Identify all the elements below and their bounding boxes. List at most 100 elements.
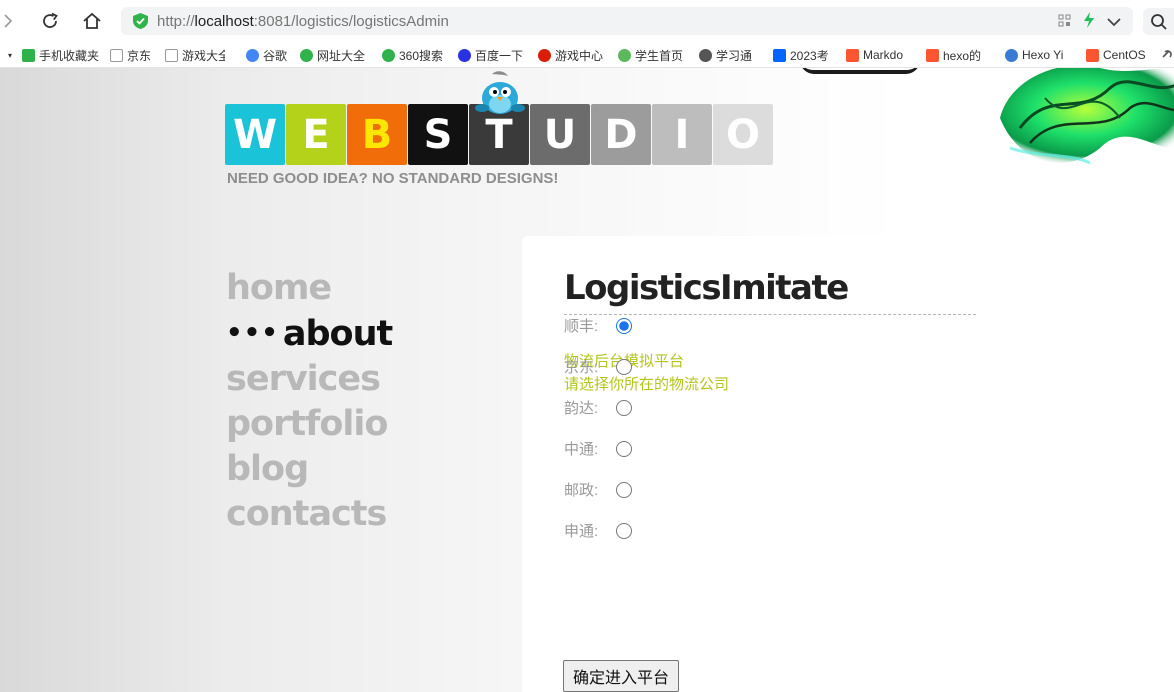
bookmark-item[interactable]: Hexo Yi <box>1005 46 1073 64</box>
search360-icon <box>382 48 395 62</box>
bookmark-label: 百度一下 <box>475 48 524 63</box>
bookmark-label: 手机收藏夹 <box>39 48 100 63</box>
reload-icon[interactable] <box>38 9 62 33</box>
chevron-down-icon[interactable] <box>1107 14 1121 32</box>
company-option[interactable]: 京东: <box>564 356 632 377</box>
company-label: 邮政: <box>564 482 599 499</box>
menu-item-about[interactable]: ••• about <box>226 311 393 357</box>
zhihu-icon <box>773 48 786 62</box>
bookmark-item[interactable]: Markdo <box>846 46 914 64</box>
menu-item-blog[interactable]: blog <box>226 447 392 492</box>
qr-code-icon[interactable] <box>1058 14 1071 32</box>
company-radio[interactable] <box>616 399 632 416</box>
bookmark-item[interactable]: 手机收藏夹 <box>22 46 102 64</box>
company-label: 顺丰: <box>564 318 599 335</box>
logo-letter-tile: U <box>530 104 590 165</box>
baidu-icon <box>458 48 471 62</box>
menu-item-label: contacts <box>226 494 387 534</box>
company-radio[interactable] <box>616 440 632 457</box>
enter-platform-button[interactable]: 确定进入平台 <box>563 660 680 692</box>
logo-letter-tile: S <box>408 104 468 165</box>
bookmark-label: CentOS <box>1103 48 1146 62</box>
bookmark-item[interactable]: 360搜索 <box>382 46 450 64</box>
secure-shield-icon <box>133 13 148 29</box>
bookmark-label: 京东 <box>127 48 152 63</box>
company-radio[interactable] <box>616 522 632 539</box>
page-icon <box>110 48 123 62</box>
menu-item-home[interactable]: home <box>226 266 392 311</box>
bookmark-label: 2023考 <box>790 48 829 63</box>
bookmark-label: 360搜索 <box>399 48 444 63</box>
menu-item-label: home <box>226 268 332 308</box>
company-radio[interactable] <box>616 481 632 498</box>
menu-item-contacts[interactable]: contacts <box>226 492 392 537</box>
company-label: 韵达: <box>564 400 599 417</box>
google-icon <box>246 48 259 62</box>
bookmark-item[interactable]: hexo的 <box>926 46 994 64</box>
menu-item-portfolio[interactable]: portfolio <box>226 402 392 447</box>
logo-letter-tile: O <box>713 104 773 165</box>
bookmark-item[interactable]: 游戏大全 <box>165 46 225 64</box>
tagline: NEED GOOD IDEA? NO STANDARD DESIGNS! <box>227 170 559 187</box>
menu-item-label: blog <box>226 449 309 489</box>
bookmark-item[interactable]: 学生首页 <box>618 46 686 64</box>
company-label: 申通: <box>564 523 599 540</box>
logo-letter-tile: B <box>347 104 407 165</box>
url-text[interactable]: http://localhost:8081/logistics/logistic… <box>157 13 449 30</box>
bookmarks-menu-arrow-icon[interactable]: ▾ <box>8 46 18 64</box>
bookmark-label: Markdo <box>863 48 904 62</box>
game-icon <box>538 48 551 62</box>
bookmark-item[interactable]: 网址大全 <box>300 46 370 64</box>
search-icon[interactable] <box>1143 8 1174 35</box>
bookmark-item[interactable]: 京东 <box>110 46 154 64</box>
company-option[interactable]: 韵达: <box>564 397 632 418</box>
menu-item-label: services <box>226 359 381 399</box>
home-icon[interactable] <box>80 9 104 33</box>
csdn-icon <box>1086 48 1099 62</box>
company-option[interactable]: 申通: <box>564 520 632 541</box>
bookmarks-bar: ▾ 手机收藏夹 京东 游戏大全 谷歌 网址大全 360搜索 百度一下 游戏中心 学生首页 学习通 2… <box>0 42 1174 68</box>
hexo-icon <box>1005 48 1018 62</box>
forward-icon[interactable] <box>0 9 20 33</box>
more-bookmarks-icon[interactable] <box>1160 46 1174 64</box>
bookmark-item[interactable]: 谷歌 <box>246 46 290 64</box>
bookmark-item[interactable]: 百度一下 <box>458 46 526 64</box>
lightning-icon[interactable] <box>1083 12 1095 33</box>
logo-letter-tile: W <box>225 104 285 165</box>
bookmark-label: Hexo Yi <box>1022 48 1064 62</box>
company-option[interactable]: 中通: <box>564 438 632 459</box>
360-icon <box>300 48 313 62</box>
logo-letter-tile: E <box>286 104 346 165</box>
bird-mascot-icon <box>475 71 525 114</box>
address-bar[interactable]: http://localhost:8081/logistics/logistic… <box>121 7 1133 35</box>
csdn-icon <box>926 48 939 62</box>
content-panel: LogisticsImitate 物流后台模拟平台 请选择你所在的物流公司 顺丰… <box>522 236 1174 692</box>
page-title: LogisticsImitate <box>564 268 849 308</box>
main-menu: home ••• about services portfolio blog contact… <box>226 266 393 537</box>
bookmark-label: 学生首页 <box>635 48 684 63</box>
bookmark-item[interactable]: 2023考 <box>773 46 833 64</box>
menu-item-label: portfolio <box>226 404 388 444</box>
browser-toolbar: http://localhost:8081/logistics/logistic… <box>0 0 1174 42</box>
company-radio[interactable] <box>616 317 632 334</box>
menu-item-services[interactable]: services <box>226 357 392 402</box>
chart-icon <box>618 48 631 62</box>
bookmark-item[interactable]: 学习通 <box>699 46 759 64</box>
company-option[interactable]: 邮政: <box>564 479 632 500</box>
company-option[interactable]: 顺丰: <box>564 315 632 336</box>
bookmark-label: 学习通 <box>716 48 753 63</box>
bookmark-item[interactable]: 游戏中心 <box>538 46 608 64</box>
bookmark-label: 网址大全 <box>317 48 366 63</box>
bookmark-label: 谷歌 <box>263 48 288 63</box>
company-label: 中通: <box>564 441 599 458</box>
green-smoke-decoration <box>1000 68 1174 165</box>
bookmark-label: hexo的 <box>943 48 982 63</box>
csdn-icon <box>846 48 859 62</box>
globe-icon <box>699 48 712 62</box>
active-marker: ••• <box>226 318 279 348</box>
bookmark-item[interactable]: CentOS <box>1086 46 1148 64</box>
company-radio[interactable] <box>616 358 632 375</box>
logo-letter-tile: I <box>652 104 712 165</box>
logo-letter-tile: D <box>591 104 651 165</box>
phone-icon <box>22 48 35 62</box>
